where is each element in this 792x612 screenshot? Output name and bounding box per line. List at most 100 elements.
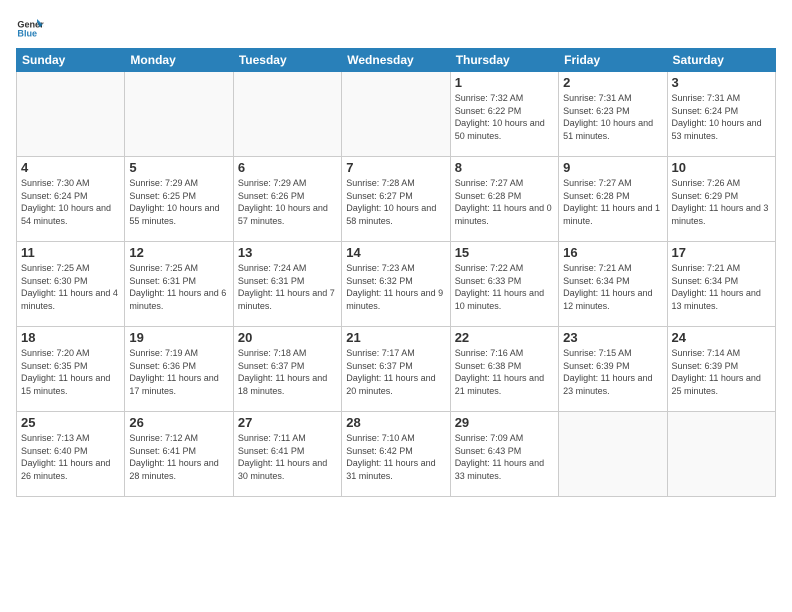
day-number: 7 <box>346 160 445 175</box>
day-number: 4 <box>21 160 120 175</box>
day-number: 17 <box>672 245 771 260</box>
day-number: 13 <box>238 245 337 260</box>
calendar-header: SundayMondayTuesdayWednesdayThursdayFrid… <box>17 49 776 72</box>
day-number: 28 <box>346 415 445 430</box>
week-row-4: 25 Sunrise: 7:13 AM Sunset: 6:40 PM Dayli… <box>17 412 776 497</box>
day-number: 14 <box>346 245 445 260</box>
day-cell: 15 Sunrise: 7:22 AM Sunset: 6:33 PM Dayli… <box>450 242 558 327</box>
day-cell: 25 Sunrise: 7:13 AM Sunset: 6:40 PM Dayli… <box>17 412 125 497</box>
day-cell: 20 Sunrise: 7:18 AM Sunset: 6:37 PM Dayli… <box>233 327 341 412</box>
day-cell: 27 Sunrise: 7:11 AM Sunset: 6:41 PM Dayli… <box>233 412 341 497</box>
day-info: Sunrise: 7:29 AM Sunset: 6:26 PM Dayligh… <box>238 177 337 227</box>
day-cell: 8 Sunrise: 7:27 AM Sunset: 6:28 PM Daylig… <box>450 157 558 242</box>
day-info: Sunrise: 7:17 AM Sunset: 6:37 PM Dayligh… <box>346 347 445 397</box>
calendar-body: 1 Sunrise: 7:32 AM Sunset: 6:22 PM Daylig… <box>17 72 776 497</box>
day-cell: 19 Sunrise: 7:19 AM Sunset: 6:36 PM Dayli… <box>125 327 233 412</box>
day-number: 2 <box>563 75 662 90</box>
day-info: Sunrise: 7:27 AM Sunset: 6:28 PM Dayligh… <box>563 177 662 227</box>
day-number: 23 <box>563 330 662 345</box>
day-cell: 9 Sunrise: 7:27 AM Sunset: 6:28 PM Daylig… <box>559 157 667 242</box>
day-info: Sunrise: 7:18 AM Sunset: 6:37 PM Dayligh… <box>238 347 337 397</box>
day-cell: 29Sunrise: 7:09 AM Sunset: 6:43 PM Dayli… <box>450 412 558 497</box>
day-info: Sunrise: 7:12 AM Sunset: 6:41 PM Dayligh… <box>129 432 228 482</box>
day-cell <box>559 412 667 497</box>
day-cell: 17 Sunrise: 7:21 AM Sunset: 6:34 PM Dayli… <box>667 242 775 327</box>
day-cell <box>342 72 450 157</box>
header-day-thursday: Thursday <box>450 49 558 72</box>
day-number: 20 <box>238 330 337 345</box>
week-row-2: 11 Sunrise: 7:25 AM Sunset: 6:30 PM Dayli… <box>17 242 776 327</box>
calendar-table: SundayMondayTuesdayWednesdayThursdayFrid… <box>16 48 776 497</box>
day-number: 24 <box>672 330 771 345</box>
day-cell: 7Sunrise: 7:28 AM Sunset: 6:27 PM Daylig… <box>342 157 450 242</box>
day-number: 8 <box>455 160 554 175</box>
day-cell <box>125 72 233 157</box>
day-cell: 22Sunrise: 7:16 AM Sunset: 6:38 PM Dayli… <box>450 327 558 412</box>
day-info: Sunrise: 7:11 AM Sunset: 6:41 PM Dayligh… <box>238 432 337 482</box>
day-cell: 28 Sunrise: 7:10 AM Sunset: 6:42 PM Dayli… <box>342 412 450 497</box>
day-number: 11 <box>21 245 120 260</box>
day-info: Sunrise: 7:22 AM Sunset: 6:33 PM Dayligh… <box>455 262 554 312</box>
day-info: Sunrise: 7:21 AM Sunset: 6:34 PM Dayligh… <box>672 262 771 312</box>
day-cell: 2 Sunrise: 7:31 AM Sunset: 6:23 PM Daylig… <box>559 72 667 157</box>
day-info: Sunrise: 7:20 AM Sunset: 6:35 PM Dayligh… <box>21 347 120 397</box>
day-number: 10 <box>672 160 771 175</box>
header-day-monday: Monday <box>125 49 233 72</box>
day-cell <box>667 412 775 497</box>
day-number: 3 <box>672 75 771 90</box>
day-info: Sunrise: 7:14 AM Sunset: 6:39 PM Dayligh… <box>672 347 771 397</box>
day-cell: 1 Sunrise: 7:32 AM Sunset: 6:22 PM Daylig… <box>450 72 558 157</box>
day-cell: 3 Sunrise: 7:31 AM Sunset: 6:24 PM Daylig… <box>667 72 775 157</box>
day-number: 12 <box>129 245 228 260</box>
day-number: 27 <box>238 415 337 430</box>
day-cell: 23Sunrise: 7:15 AM Sunset: 6:39 PM Dayli… <box>559 327 667 412</box>
day-info: Sunrise: 7:26 AM Sunset: 6:29 PM Dayligh… <box>672 177 771 227</box>
day-number: 21 <box>346 330 445 345</box>
day-cell: 24 Sunrise: 7:14 AM Sunset: 6:39 PM Dayli… <box>667 327 775 412</box>
day-number: 9 <box>563 160 662 175</box>
day-info: Sunrise: 7:31 AM Sunset: 6:24 PM Dayligh… <box>672 92 771 142</box>
header-day-saturday: Saturday <box>667 49 775 72</box>
day-number: 18 <box>21 330 120 345</box>
day-cell: 10 Sunrise: 7:26 AM Sunset: 6:29 PM Dayli… <box>667 157 775 242</box>
day-info: Sunrise: 7:32 AM Sunset: 6:22 PM Dayligh… <box>455 92 554 142</box>
day-number: 19 <box>129 330 228 345</box>
day-info: Sunrise: 7:24 AM Sunset: 6:31 PM Dayligh… <box>238 262 337 312</box>
day-info: Sunrise: 7:13 AM Sunset: 6:40 PM Dayligh… <box>21 432 120 482</box>
day-info: Sunrise: 7:10 AM Sunset: 6:42 PM Dayligh… <box>346 432 445 482</box>
header-day-tuesday: Tuesday <box>233 49 341 72</box>
day-info: Sunrise: 7:25 AM Sunset: 6:30 PM Dayligh… <box>21 262 120 312</box>
day-info: Sunrise: 7:25 AM Sunset: 6:31 PM Dayligh… <box>129 262 228 312</box>
day-cell: 6 Sunrise: 7:29 AM Sunset: 6:26 PM Daylig… <box>233 157 341 242</box>
week-row-1: 4 Sunrise: 7:30 AM Sunset: 6:24 PM Daylig… <box>17 157 776 242</box>
day-info: Sunrise: 7:21 AM Sunset: 6:34 PM Dayligh… <box>563 262 662 312</box>
header-row: SundayMondayTuesdayWednesdayThursdayFrid… <box>17 49 776 72</box>
day-info: Sunrise: 7:27 AM Sunset: 6:28 PM Dayligh… <box>455 177 554 227</box>
day-cell: 12 Sunrise: 7:25 AM Sunset: 6:31 PM Dayli… <box>125 242 233 327</box>
page: General Blue SundayMondayTuesdayWednesda… <box>0 0 792 612</box>
logo: General Blue <box>16 12 48 40</box>
day-info: Sunrise: 7:30 AM Sunset: 6:24 PM Dayligh… <box>21 177 120 227</box>
day-info: Sunrise: 7:29 AM Sunset: 6:25 PM Dayligh… <box>129 177 228 227</box>
week-row-3: 18 Sunrise: 7:20 AM Sunset: 6:35 PM Dayli… <box>17 327 776 412</box>
day-number: 15 <box>455 245 554 260</box>
header: General Blue <box>16 12 776 40</box>
day-info: Sunrise: 7:09 AM Sunset: 6:43 PM Dayligh… <box>455 432 554 482</box>
day-info: Sunrise: 7:19 AM Sunset: 6:36 PM Dayligh… <box>129 347 228 397</box>
day-cell: 16 Sunrise: 7:21 AM Sunset: 6:34 PM Dayli… <box>559 242 667 327</box>
week-row-0: 1 Sunrise: 7:32 AM Sunset: 6:22 PM Daylig… <box>17 72 776 157</box>
day-cell: 14 Sunrise: 7:23 AM Sunset: 6:32 PM Dayli… <box>342 242 450 327</box>
day-info: Sunrise: 7:31 AM Sunset: 6:23 PM Dayligh… <box>563 92 662 142</box>
day-info: Sunrise: 7:23 AM Sunset: 6:32 PM Dayligh… <box>346 262 445 312</box>
day-number: 16 <box>563 245 662 260</box>
day-number: 25 <box>21 415 120 430</box>
header-day-wednesday: Wednesday <box>342 49 450 72</box>
day-cell: 21 Sunrise: 7:17 AM Sunset: 6:37 PM Dayli… <box>342 327 450 412</box>
day-cell: 5 Sunrise: 7:29 AM Sunset: 6:25 PM Daylig… <box>125 157 233 242</box>
day-cell: 26 Sunrise: 7:12 AM Sunset: 6:41 PM Dayli… <box>125 412 233 497</box>
day-number: 6 <box>238 160 337 175</box>
day-cell: 11 Sunrise: 7:25 AM Sunset: 6:30 PM Dayli… <box>17 242 125 327</box>
day-number: 1 <box>455 75 554 90</box>
day-number: 5 <box>129 160 228 175</box>
day-number: 26 <box>129 415 228 430</box>
